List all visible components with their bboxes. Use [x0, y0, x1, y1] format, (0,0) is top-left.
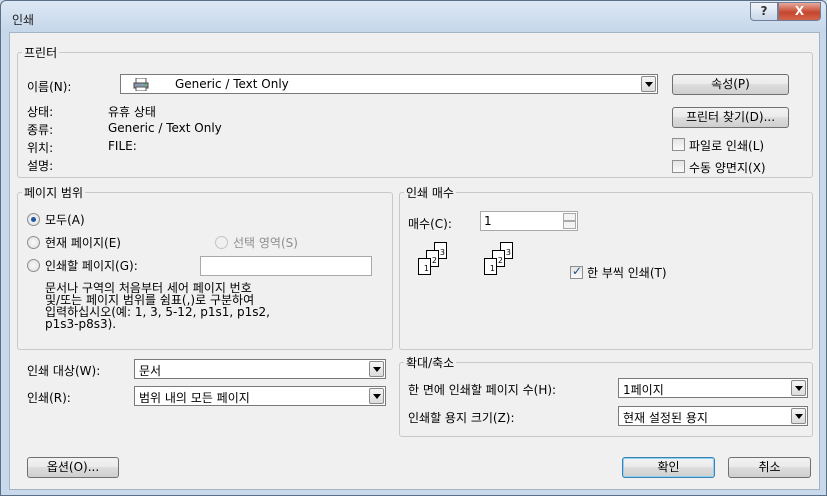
pages-per-sheet-label: 한 면에 인쇄할 페이지 수(H):: [408, 383, 557, 397]
chevron-down-icon[interactable]: [641, 76, 656, 92]
copies-count-label: 매수(C):: [408, 217, 452, 231]
chevron-down-icon[interactable]: [369, 388, 384, 404]
page-range-hint-line-4: p1s3-p8s3).: [45, 317, 117, 331]
help-button[interactable]: ?: [750, 2, 778, 21]
print-to-file-checkbox[interactable]: [672, 138, 685, 151]
collate-page-1b: 1: [484, 258, 497, 275]
properties-button[interactable]: 속성(P): [672, 74, 789, 95]
pages-per-sheet-select[interactable]: 1페이지: [618, 378, 808, 398]
zoom-legend: 확대/축소: [404, 354, 457, 371]
range-pages-label[interactable]: 인쇄할 페이지(G):: [45, 257, 138, 274]
pages-input[interactable]: [200, 256, 372, 276]
printer-name-select[interactable]: Generic / Text Only: [120, 74, 658, 94]
close-button[interactable]: X: [778, 2, 821, 21]
ok-button[interactable]: 확인: [622, 457, 715, 478]
window-title: 인쇄: [12, 13, 35, 27]
type-label: 종류:: [27, 123, 54, 137]
cancel-button[interactable]: 취소: [728, 457, 811, 478]
page-range-legend: 페이지 범위: [22, 184, 86, 201]
status-value: 유휴 상태: [108, 105, 156, 119]
print-to-file-label[interactable]: 파일로 인쇄(L): [689, 137, 764, 154]
where-value: FILE:: [108, 139, 137, 153]
dialog-client-area: 프린터 이름(N): Generic / Text Only 속성(P) 상태:…: [9, 32, 820, 490]
scale-label: 인쇄할 용지 크기(Z):: [408, 411, 515, 425]
range-selection-label[interactable]: 선택 영역(S): [233, 234, 298, 251]
range-current-label[interactable]: 현재 페이지(E): [45, 234, 121, 251]
range-pages-radio[interactable]: [27, 259, 40, 272]
range-all-radio[interactable]: [27, 213, 40, 226]
collate-page-1a: 1: [418, 258, 431, 275]
spin-down-icon[interactable]: [563, 221, 576, 229]
chevron-down-icon[interactable]: [791, 380, 806, 396]
chevron-down-icon[interactable]: [791, 408, 806, 424]
find-printer-button[interactable]: 프린터 찾기(D)...: [672, 107, 789, 128]
printer-group-legend: 프린터: [22, 44, 60, 61]
print-what-select[interactable]: 문서: [134, 359, 386, 379]
spin-up-icon[interactable]: [563, 213, 576, 221]
manual-duplex-label[interactable]: 수동 양면지(X): [689, 159, 766, 176]
printer-icon: [133, 77, 149, 92]
print-range-select[interactable]: 범위 내의 모든 페이지: [134, 386, 386, 406]
print-what-label: 인쇄 대상(W):: [27, 364, 101, 378]
copies-count-input[interactable]: 1: [480, 211, 578, 231]
collate-label[interactable]: 한 부씩 인쇄(T): [587, 264, 667, 281]
copies-legend: 인쇄 매수: [404, 184, 456, 201]
chevron-down-icon[interactable]: [369, 361, 384, 377]
type-value: Generic / Text Only: [108, 121, 222, 135]
where-label: 위치:: [27, 141, 54, 155]
print-range-label: 인쇄(R):: [27, 391, 71, 405]
collate-preview: 3 2 1 3 2 1: [410, 242, 530, 302]
printer-name-value: Generic / Text Only: [175, 77, 289, 91]
help-icon: ?: [760, 4, 768, 18]
range-selection-radio[interactable]: [215, 236, 228, 249]
options-button[interactable]: 옵션(O)...: [27, 457, 119, 478]
range-current-radio[interactable]: [27, 236, 40, 249]
status-label: 상태:: [27, 105, 54, 119]
comment-label: 설명:: [27, 159, 54, 173]
printer-name-label: 이름(N):: [27, 80, 72, 94]
range-all-label[interactable]: 모두(A): [45, 211, 85, 228]
print-dialog-window: 인쇄 ? X 프린터 이름(N): Generic / Text Only 속성…: [0, 0, 827, 496]
manual-duplex-checkbox[interactable]: [672, 160, 685, 173]
scale-select[interactable]: 현재 설정된 용지: [618, 406, 808, 426]
collate-checkbox[interactable]: [570, 264, 583, 279]
close-icon: X: [794, 4, 805, 18]
